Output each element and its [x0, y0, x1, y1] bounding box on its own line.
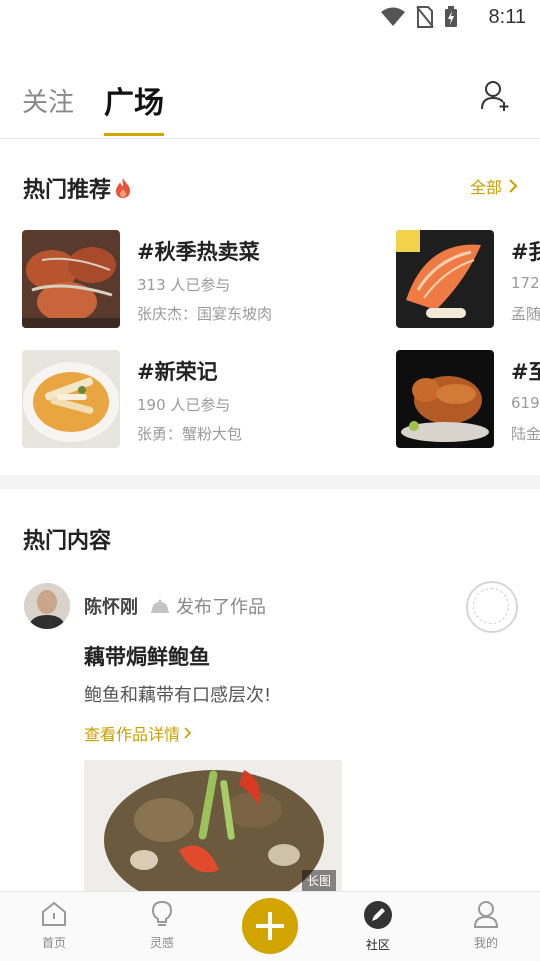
topic-title: #秋季热卖菜	[137, 240, 260, 264]
topic-card[interactable]: #秋季热卖菜 313 人已参与 张庆杰：国宴东坡肉	[22, 230, 382, 330]
topic-count: 172	[511, 274, 540, 292]
long-image-badge: 长图	[301, 870, 336, 891]
chevron-right-icon	[509, 179, 518, 193]
topic-card[interactable]: #至 619 陆金	[396, 350, 540, 450]
topic-title: #我	[511, 240, 540, 264]
avatar[interactable]	[24, 583, 70, 629]
topic-thumbnail-dish	[22, 350, 120, 448]
status-icons	[380, 6, 458, 28]
featured-stamp-icon	[466, 581, 518, 633]
user-icon	[473, 901, 499, 928]
topic-thumbnail-crab	[22, 230, 120, 328]
section-divider	[0, 475, 540, 489]
topic-title: #至	[511, 360, 540, 384]
hot-recommend-section: 热门推荐 全部 #秋季热卖菜 313 人已参与 张庆杰：国宴东坡肉 #新荣记 1…	[0, 140, 540, 475]
topic-featured-user: 陆金	[511, 425, 540, 443]
tab-square[interactable]: 广场	[104, 78, 164, 122]
topic-featured-user: 孟随	[511, 305, 540, 323]
fire-icon	[116, 178, 131, 198]
tab-following[interactable]: 关注	[22, 82, 74, 119]
tab-home-label: 首页	[41, 936, 66, 950]
view-post-detail-label: 查看作品详情	[84, 725, 181, 744]
post-title[interactable]: 藕带焗鲜鲍鱼	[84, 641, 210, 671]
topic-count: 619	[511, 394, 540, 412]
no-sim-icon	[416, 6, 434, 28]
view-all-link[interactable]: 全部	[470, 174, 518, 198]
top-tabs: 关注 广场	[0, 60, 540, 139]
tab-home[interactable]: 首页	[14, 900, 94, 951]
battery-charging-icon	[445, 6, 457, 27]
tab-community-label: 社区	[365, 938, 390, 952]
post-author-row[interactable]: 陈怀刚 发布了作品	[24, 583, 266, 629]
topic-card[interactable]: #新荣记 190 人已参与 张勇：蟹粉大包	[22, 350, 382, 450]
tab-profile[interactable]: 我的	[446, 900, 526, 951]
cloche-icon	[151, 599, 169, 613]
topic-thumbnail-duck	[396, 350, 494, 448]
lightbulb-icon	[151, 900, 173, 926]
plus-icon	[256, 912, 284, 940]
view-post-detail-link[interactable]: 查看作品详情	[84, 721, 192, 745]
post-action-text: 发布了作品	[176, 597, 266, 618]
home-icon	[42, 901, 66, 926]
hot-content-section: 热门内容 陈怀刚 发布了作品 藕带焗鲜鲍鱼 鲍鱼和藕带有口感层次! 查看作品详情	[0, 489, 540, 891]
post-author-name[interactable]: 陈怀刚	[84, 593, 138, 619]
topic-featured-user: 张庆杰：国宴东坡肉	[137, 305, 273, 323]
bottom-tab-bar: 首页 灵感 社区 我的	[0, 891, 540, 961]
active-tab-indicator	[104, 133, 164, 136]
wifi-icon	[381, 7, 405, 26]
tab-inspiration-label: 灵感	[149, 936, 174, 950]
topic-featured-user: 张勇：蟹粉大包	[137, 425, 243, 443]
topic-card[interactable]: #我 172 孟随	[396, 230, 540, 330]
topic-thumbnail-salmon	[396, 230, 494, 328]
post-description: 鲍鱼和藕带有口感层次!	[84, 685, 272, 706]
topic-count: 313 人已参与	[137, 276, 231, 294]
create-post-button[interactable]	[242, 898, 298, 954]
view-all-label: 全部	[469, 178, 502, 197]
community-pen-icon	[364, 901, 392, 929]
add-user-icon[interactable]	[480, 80, 512, 112]
topic-count: 190 人已参与	[137, 396, 231, 414]
tab-inspiration[interactable]: 灵感	[122, 900, 202, 951]
hot-content-title: 热门内容	[23, 529, 112, 554]
topic-title: #新荣记	[137, 360, 218, 384]
chevron-right-icon	[184, 727, 192, 739]
clock: 8:11	[488, 6, 526, 28]
tab-profile-label: 我的	[473, 936, 498, 950]
post-image[interactable]: 长图	[84, 760, 342, 891]
hot-recommend-header: 热门推荐	[23, 172, 132, 204]
tab-community[interactable]: 社区	[338, 900, 418, 953]
hot-recommend-title: 热门推荐	[23, 178, 112, 203]
status-bar: 8:11	[0, 0, 540, 36]
